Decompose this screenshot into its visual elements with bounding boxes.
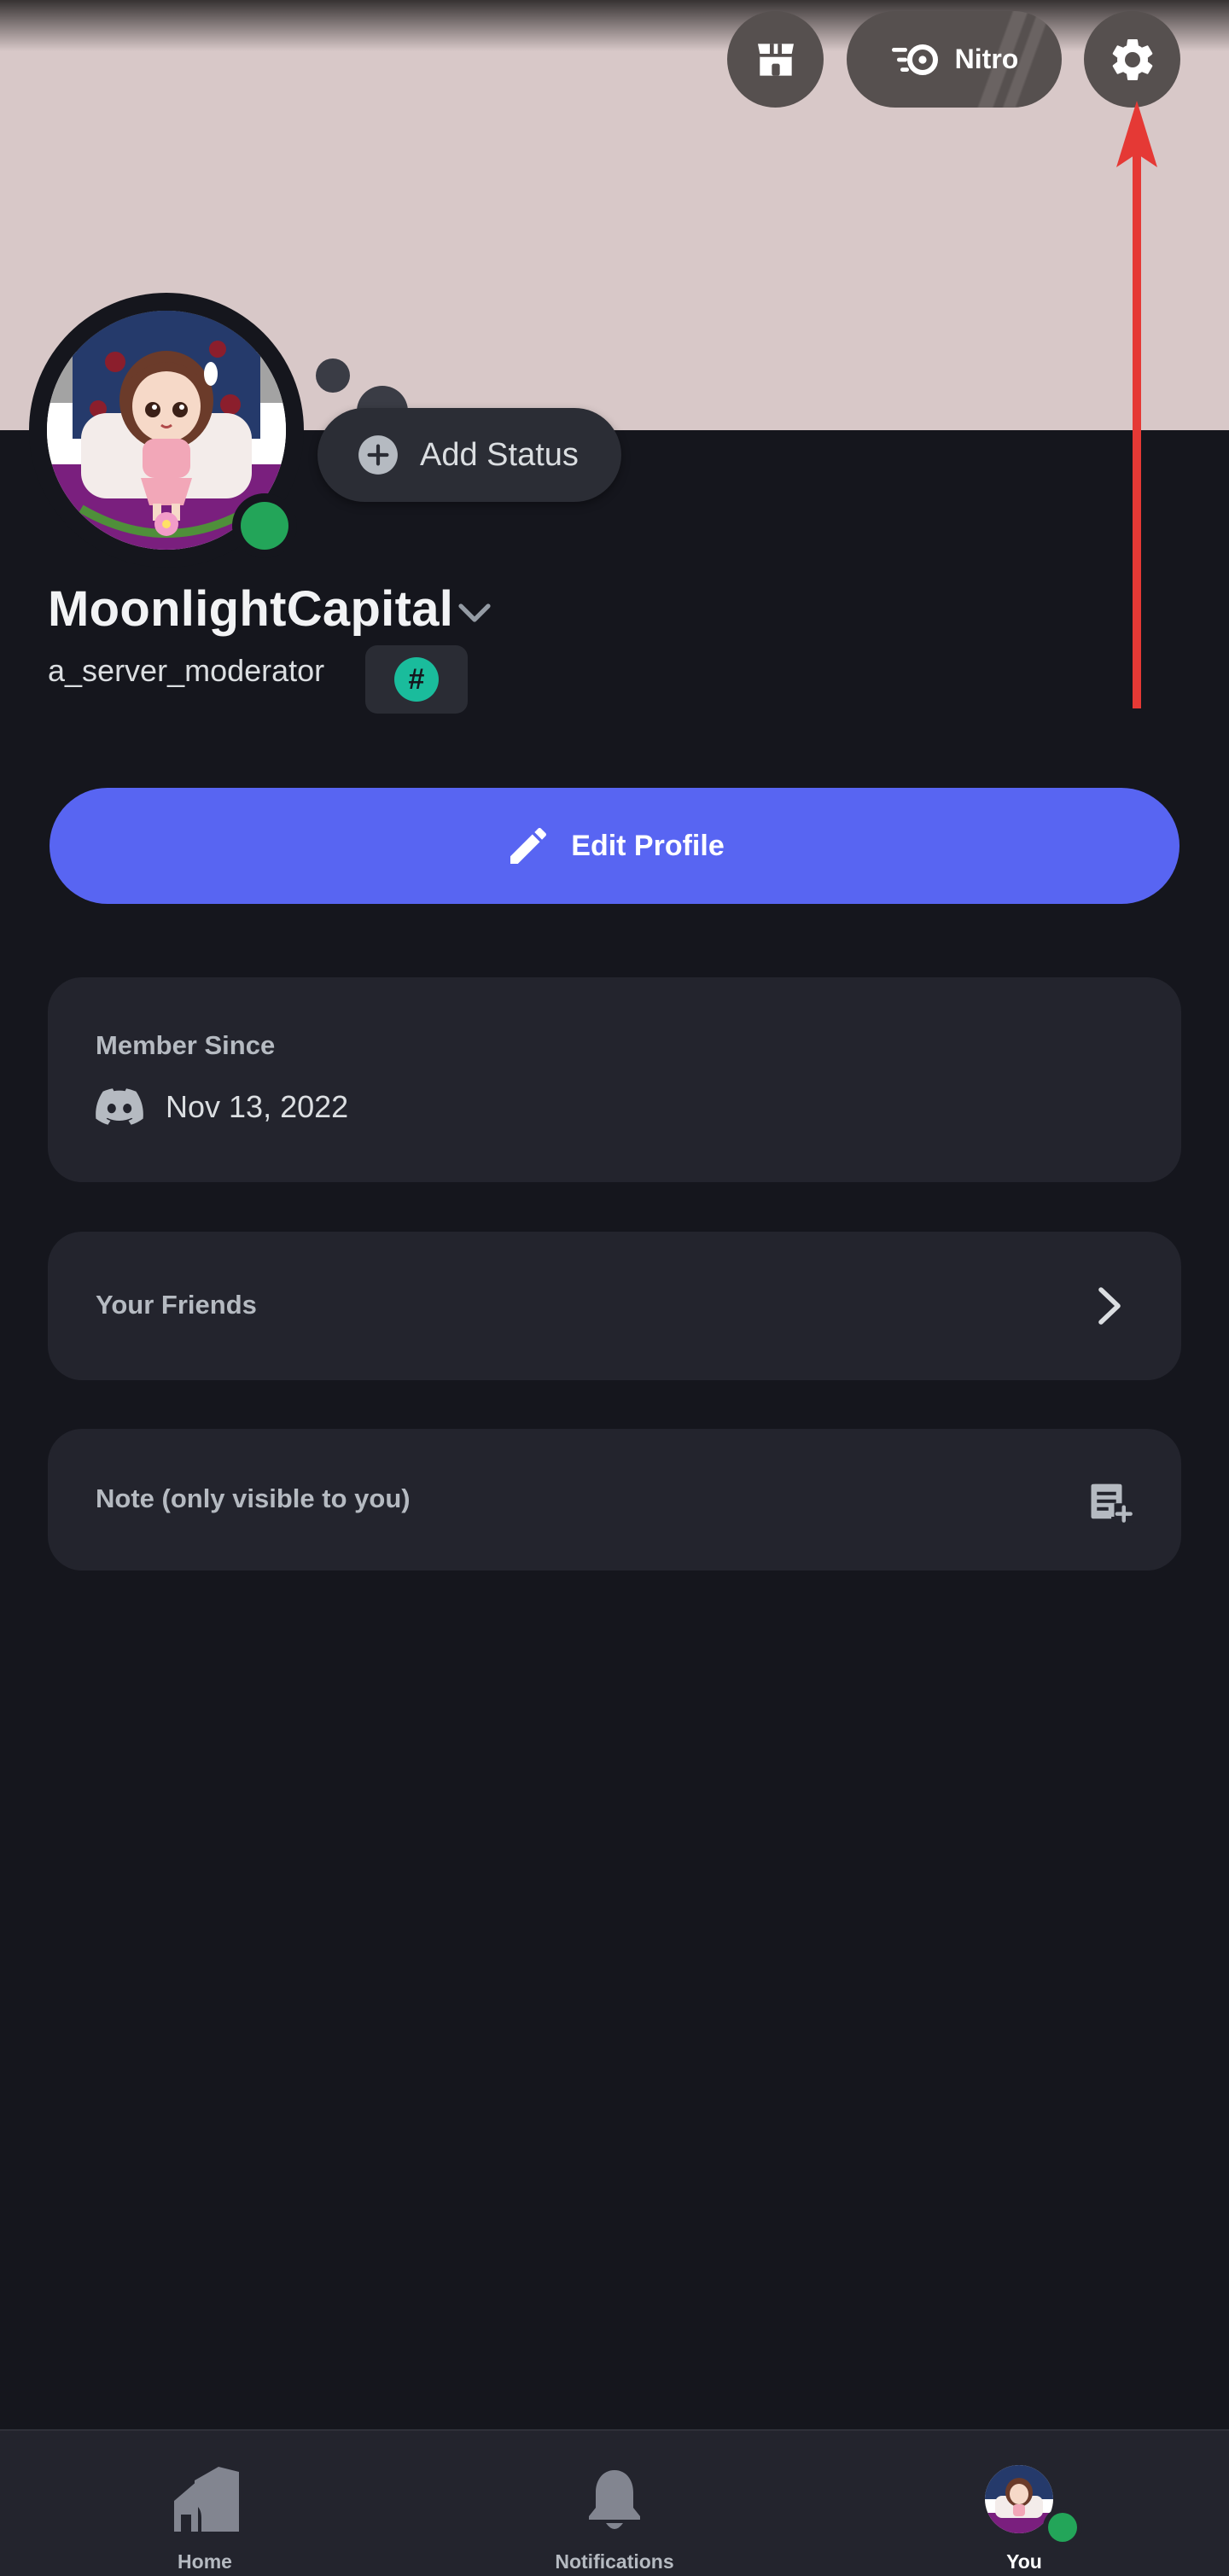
gear-icon (1112, 38, 1152, 80)
plus-circle-icon (358, 435, 398, 475)
member-since-heading: Member Since (96, 1030, 276, 1060)
annotation-arrow (1116, 101, 1157, 708)
thought-bubble-small (316, 358, 350, 393)
nitro-icon (891, 44, 938, 75)
nav-home[interactable]: Home (0, 2431, 410, 2576)
your-friends-label: Your Friends (96, 1290, 257, 1320)
nav-online-indicator (1043, 2508, 1082, 2547)
add-status-label: Add Status (420, 436, 579, 473)
discord-logo-icon (96, 1088, 143, 1125)
edit-profile-label: Edit Profile (571, 829, 725, 862)
hashtag-icon: # (394, 657, 439, 702)
member-since-card: Member Since Nov 13, 2022 (48, 977, 1181, 1182)
nav-you-label: You (1006, 2550, 1042, 2573)
nav-notifications[interactable]: Notifications (410, 2431, 819, 2576)
note-row[interactable]: Note (only visible to you) (48, 1429, 1181, 1571)
bell-icon (589, 2470, 640, 2529)
display-name: MoonlightCapital (48, 581, 454, 637)
bottom-nav: Home Notifications You (0, 2429, 1229, 2576)
settings-button[interactable] (1084, 11, 1180, 108)
shop-button[interactable] (727, 11, 824, 108)
shop-icon (757, 43, 794, 76)
nav-you[interactable]: You (819, 2431, 1229, 2576)
add-status-button[interactable]: Add Status (317, 408, 621, 502)
edit-profile-button[interactable]: Edit Profile (50, 788, 1179, 904)
profile-screen: Nitro Add Status MoonlightCapital a_serv… (0, 0, 1229, 2576)
server-tag-badge[interactable]: # (365, 645, 468, 714)
online-status-indicator (232, 493, 297, 558)
home-icon (174, 2467, 239, 2532)
member-since-row: Nov 13, 2022 (96, 1088, 348, 1126)
nitro-button[interactable]: Nitro (847, 11, 1062, 108)
nitro-label: Nitro (954, 44, 1019, 74)
add-note-icon[interactable] (1087, 1478, 1133, 1524)
nav-home-label: Home (178, 2550, 232, 2573)
member-since-date: Nov 13, 2022 (166, 1089, 349, 1124)
chevron-down-icon[interactable] (456, 597, 493, 628)
pencil-icon (510, 827, 547, 864)
your-friends-row[interactable]: Your Friends (48, 1232, 1181, 1380)
username: a_server_moderator (48, 653, 325, 688)
nav-notifications-label: Notifications (555, 2550, 674, 2573)
chevron-right-icon (1098, 1287, 1121, 1325)
note-label: Note (only visible to you) (96, 1483, 411, 1513)
